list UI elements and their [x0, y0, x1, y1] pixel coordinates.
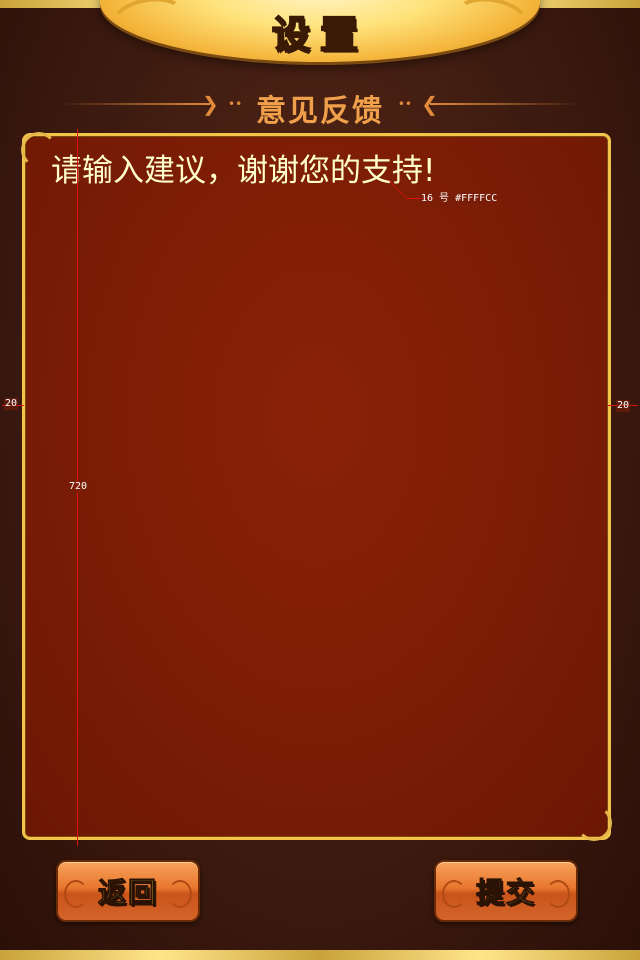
left-margin-label: 20: [4, 398, 19, 410]
height-measure-label: 720: [68, 481, 89, 493]
section-title: 意见反馈: [256, 94, 384, 129]
bottom-gold-strip: [0, 950, 640, 960]
submit-button[interactable]: 提交: [434, 860, 578, 922]
font-spec-label: 16 号 #FFFFCC: [420, 193, 499, 205]
scroll-ornament-icon: [546, 880, 570, 908]
feedback-panel: [21, 132, 612, 841]
submit-button-label: 提交: [475, 876, 536, 910]
scroll-ornament-icon: [442, 880, 466, 908]
feedback-input[interactable]: [37, 144, 592, 824]
scroll-ornament-icon: [64, 880, 88, 908]
scroll-ornament-icon: [168, 880, 192, 908]
right-margin-label: 20: [616, 400, 631, 412]
dots-icon: ••: [397, 97, 412, 111]
divider-line: [430, 103, 580, 105]
section-header: ❯ •• 意见反馈 •• ❮: [60, 84, 580, 129]
back-button-label: 返回: [97, 876, 158, 910]
title-banner: 设置: [100, 0, 540, 62]
page-title: 设置: [271, 12, 368, 58]
back-button[interactable]: 返回: [56, 860, 200, 922]
